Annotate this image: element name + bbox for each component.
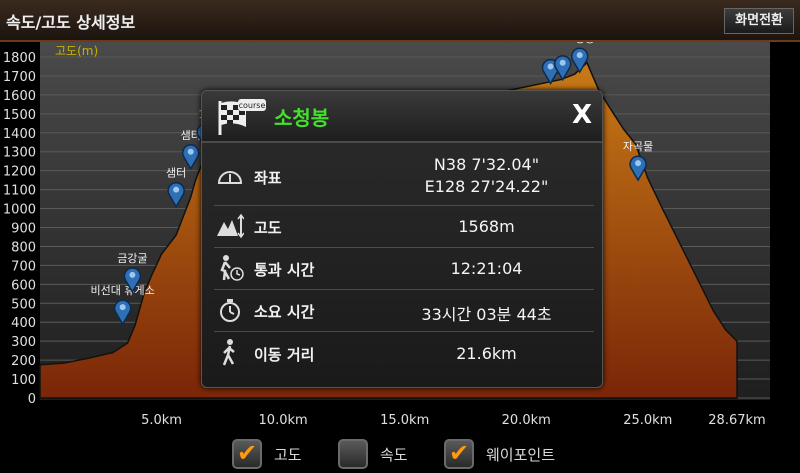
hiker-clock-icon [220,255,244,281]
coordinate-label: 좌표 [254,169,282,187]
y-tick-label: 1500 [3,108,36,123]
elapsed-time-label: 소요 시간 [254,303,315,321]
pass-time-label: 통과 시간 [254,261,315,279]
waypoint-label: 금강굴 [117,252,147,265]
coordinate-row: 좌표 N38 7'32.04" E128 27'24.22" [214,149,594,206]
x-tick-label: 25.0km [623,413,672,428]
waypoint-name: 소청봉 [274,106,330,130]
waypoint-detail-popup: course 소청봉 X 좌표 N38 7'32.04" E128 27'24.… [201,90,603,388]
checkbox-label: 고도 [274,445,302,464]
y-tick-label: 200 [11,354,36,369]
y-tick-label: 1100 [3,184,36,199]
page-title: 속도/고도 상세정보 [6,13,136,32]
y-tick-label: 600 [11,278,36,293]
walker-icon [222,339,235,366]
checkbox-box[interactable] [232,439,262,469]
x-tick-label: 15.0km [380,413,429,428]
pass-time-row: 통과 시간 12:21:04 [214,247,594,290]
altitude-checkbox[interactable]: 고도 [232,439,302,469]
stopwatch-icon [220,299,240,322]
pass-time-value: 12:21:04 [450,259,523,278]
altitude-row: 고도 1568m [214,205,594,248]
waypoint-label: 소청봉 [565,42,595,45]
distance-value: 21.6km [456,344,517,363]
checkbox-box[interactable] [338,439,368,469]
y-tick-label: 300 [11,335,36,350]
y-tick-label: 700 [11,259,36,274]
speed-checkbox[interactable]: 속도 [338,439,408,469]
checkbox-label: 속도 [380,445,408,464]
flag-text: course [239,101,266,110]
y-tick-label: 1700 [3,70,36,85]
course-flag-icon: course [218,99,266,135]
header-bar: 속도/고도 상세정보 화면전환 [0,0,800,42]
popup-header: course 소청봉 X [202,91,602,143]
elapsed-time-value: 33시간 03분 44초 [421,305,552,324]
y-tick-label: 1200 [3,165,36,180]
x-tick-label: 20.0km [502,413,551,428]
close-button[interactable]: X [572,100,592,130]
y-tick-label: 100 [11,373,36,388]
x-tick-label: 28.67km [708,413,765,428]
distance-row: 이동 거리 21.6km [214,331,594,375]
bottom-bar: 고도 속도 웨이포인트 [0,434,800,473]
gauge-icon [217,171,243,184]
switch-view-button[interactable]: 화면전환 [724,8,794,34]
x-tick-label: 10.0km [259,413,308,428]
y-tick-label: 400 [11,316,36,331]
altitude-value: 1568m [458,217,515,236]
altitude-label: 고도 [254,219,282,237]
elapsed-time-row: 소요 시간 33시간 03분 44초 [214,289,594,332]
y-tick-label: 500 [11,297,36,312]
y-tick-label: 900 [11,222,36,237]
altitude-icon [217,213,244,239]
y-tick-label: 1000 [3,203,36,218]
distance-label: 이동 거리 [254,346,315,364]
y-tick-label: 800 [11,240,36,255]
waypoint-label: 샘터 [166,167,186,180]
waypoint-label: 비선대 휴게소 [91,284,155,297]
y-tick-label: 1300 [3,146,36,161]
y-tick-label: 0 [28,392,36,407]
latitude-value: N38 7'32.04" [433,155,540,174]
y-tick-label: 1800 [3,51,36,66]
y-axis-label: 고도(m) [55,44,98,58]
y-tick-label: 1400 [3,127,36,142]
longitude-value: E128 27'24.22" [424,177,549,196]
checkbox-box[interactable] [444,439,474,469]
waypoint-label: 자곡물 [623,140,653,153]
x-tick-label: 5.0km [141,413,182,428]
checkbox-label: 웨이포인트 [486,445,556,464]
y-tick-label: 1600 [3,89,36,104]
waypoint-checkbox[interactable]: 웨이포인트 [444,439,555,469]
